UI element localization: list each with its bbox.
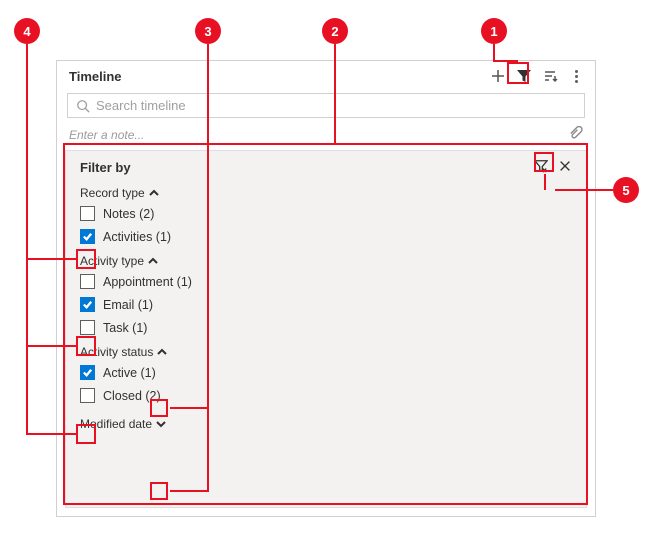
checkbox[interactable]	[80, 320, 95, 335]
filter-icon[interactable]	[515, 67, 533, 85]
section-label: Modified date	[80, 417, 152, 431]
leader-3v	[207, 44, 209, 492]
timeline-header: Timeline	[57, 61, 595, 89]
section-modified-date[interactable]: Modified date	[80, 417, 572, 431]
leader-4h1	[26, 258, 76, 260]
checkbox[interactable]	[80, 297, 95, 312]
leader-1h	[493, 60, 518, 62]
leader-4v	[26, 44, 28, 434]
chevron-up-icon	[149, 188, 159, 198]
checkbox[interactable]	[80, 229, 95, 244]
group-modified-date: Modified date	[80, 417, 572, 431]
option-label: Task (1)	[103, 321, 147, 335]
attachment-icon[interactable]	[568, 126, 583, 144]
leader-4h3	[26, 433, 76, 435]
leader-1v	[493, 44, 495, 60]
checkbox[interactable]	[80, 274, 95, 289]
filter-panel: Filter by Record type Notes (2)	[65, 150, 587, 508]
checkbox[interactable]	[80, 388, 95, 403]
filter-panel-header: Filter by	[80, 159, 572, 176]
option-label: Notes (2)	[103, 207, 154, 221]
option-email[interactable]: Email (1)	[80, 297, 572, 312]
filter-panel-title: Filter by	[80, 160, 534, 175]
section-label: Record type	[80, 186, 145, 200]
section-record-type[interactable]: Record type	[80, 186, 572, 200]
section-label: Activity status	[80, 345, 153, 359]
leader-3h1	[170, 407, 208, 409]
option-appointment[interactable]: Appointment (1)	[80, 274, 572, 289]
section-label: Activity type	[80, 254, 144, 268]
group-activity-type: Activity type Appointment (1) Email (1) …	[80, 254, 572, 335]
timeline-card: Timeline Search timeline Enter a note...	[56, 60, 596, 517]
close-icon[interactable]	[558, 159, 572, 176]
leader-3h2	[170, 490, 208, 492]
option-active[interactable]: Active (1)	[80, 365, 572, 380]
callout-2: 2	[322, 18, 348, 44]
note-placeholder: Enter a note...	[69, 128, 144, 142]
option-label: Closed (2)	[103, 389, 161, 403]
group-activity-status: Activity status Active (1) Closed (2)	[80, 345, 572, 403]
chevron-down-icon	[156, 419, 166, 429]
option-closed[interactable]: Closed (2)	[80, 388, 572, 403]
page-title: Timeline	[69, 69, 489, 84]
callout-5: 5	[613, 177, 639, 203]
leader-4h2	[26, 345, 76, 347]
leader-5v	[544, 174, 546, 190]
option-label: Activities (1)	[103, 230, 171, 244]
section-activity-type[interactable]: Activity type	[80, 254, 572, 268]
option-task[interactable]: Task (1)	[80, 320, 572, 335]
sort-icon[interactable]	[541, 67, 559, 85]
kebab-icon[interactable]	[567, 67, 585, 85]
checkbox[interactable]	[80, 206, 95, 221]
option-label: Appointment (1)	[103, 275, 192, 289]
option-activities[interactable]: Activities (1)	[80, 229, 572, 244]
callout-3: 3	[195, 18, 221, 44]
section-activity-status[interactable]: Activity status	[80, 345, 572, 359]
option-notes[interactable]: Notes (2)	[80, 206, 572, 221]
header-actions	[489, 67, 585, 85]
leader-2	[334, 44, 336, 144]
option-label: Active (1)	[103, 366, 156, 380]
callout-1: 1	[481, 18, 507, 44]
add-icon[interactable]	[489, 67, 507, 85]
checkbox[interactable]	[80, 365, 95, 380]
search-icon	[76, 99, 90, 113]
leader-5h	[555, 189, 613, 191]
callout-4: 4	[14, 18, 40, 44]
group-record-type: Record type Notes (2) Activities (1)	[80, 186, 572, 244]
search-input[interactable]: Search timeline	[67, 93, 585, 118]
chevron-up-icon	[157, 347, 167, 357]
search-placeholder: Search timeline	[96, 98, 186, 113]
chevron-up-icon	[148, 256, 158, 266]
note-input-row[interactable]: Enter a note...	[57, 118, 595, 150]
option-label: Email (1)	[103, 298, 153, 312]
